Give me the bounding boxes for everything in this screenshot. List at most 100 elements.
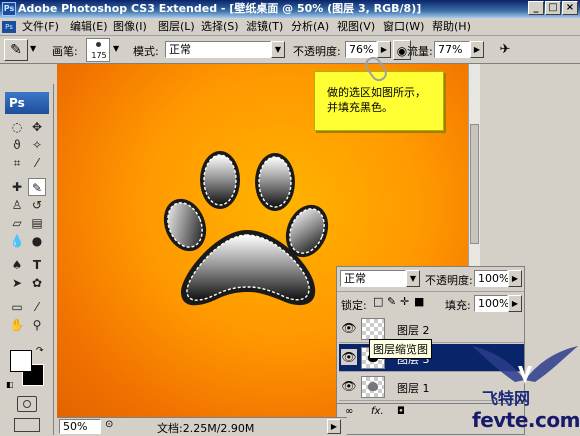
thumbnail-tooltip: 图层缩览图 bbox=[369, 339, 432, 359]
close-button[interactable]: × bbox=[562, 1, 578, 15]
layer-opacity-label: 不透明度: bbox=[425, 274, 473, 287]
chevron-down-icon[interactable]: ▼ bbox=[113, 44, 119, 53]
eraser-tool-icon[interactable]: ▱ bbox=[8, 214, 26, 232]
mode-select[interactable]: 正常 bbox=[165, 41, 271, 58]
lock-all-icon[interactable]: ■ bbox=[414, 295, 424, 308]
paw-pad-inner-right bbox=[255, 153, 295, 211]
history-brush-tool-icon[interactable]: ↺ bbox=[28, 196, 46, 214]
gradient-tool-icon[interactable]: ▤ bbox=[28, 214, 46, 232]
crop-tool-icon[interactable]: ⌗ bbox=[8, 154, 26, 172]
airbrush-icon: ✈ bbox=[499, 42, 511, 57]
path-selection-tool-icon[interactable]: ➤ bbox=[8, 274, 26, 292]
foreground-color-swatch[interactable] bbox=[10, 350, 32, 372]
hand-tool-icon[interactable]: ✋ bbox=[8, 316, 26, 334]
swap-colors-icon[interactable]: ↷ bbox=[36, 346, 44, 356]
blend-mode-dropdown-button[interactable]: ▼ bbox=[406, 270, 420, 287]
menu-window[interactable]: 窗口(W) bbox=[383, 18, 424, 36]
status-menu-button[interactable]: ▶ bbox=[327, 419, 341, 434]
minimize-button[interactable]: _ bbox=[528, 1, 544, 15]
note-line-1: 做的选区如图所示， bbox=[327, 86, 426, 99]
menu-layer[interactable]: 图层(L) bbox=[158, 18, 195, 36]
lock-label: 锁定: bbox=[341, 299, 367, 312]
options-bar: ✎ ▼ 画笔: 175 ▼ 模式: 正常 ▼ 不透明度: 76% ▶ ◉ 流量:… bbox=[0, 36, 580, 64]
fill-input[interactable]: 100% bbox=[474, 295, 509, 312]
lasso-tool-icon[interactable]: ϑ bbox=[8, 136, 26, 154]
note-line-2: 并填充黑色。 bbox=[327, 101, 393, 114]
zoom-level-input[interactable]: 50% bbox=[59, 419, 101, 434]
pen-tool-icon[interactable]: ♠ bbox=[8, 256, 26, 274]
opacity-input[interactable]: 76% bbox=[345, 41, 377, 58]
eye-icon[interactable]: 👁 bbox=[341, 349, 357, 365]
pen-pressure-icon: ◉ bbox=[396, 44, 408, 58]
marquee-tool-icon[interactable]: ◌ bbox=[8, 118, 26, 136]
fill-slider-button[interactable]: ▶ bbox=[508, 295, 522, 312]
paw-thumb-icon bbox=[368, 382, 378, 391]
eyedropper-tool-icon[interactable]: ⁄ bbox=[28, 154, 46, 172]
mode-dropdown-button[interactable]: ▼ bbox=[271, 41, 285, 58]
scrollbar-thumb[interactable] bbox=[470, 124, 479, 244]
menu-select[interactable]: 选择(S) bbox=[201, 18, 239, 36]
eye-icon[interactable]: 👁 bbox=[341, 378, 357, 394]
layer-style-icon[interactable]: fx. bbox=[371, 406, 384, 417]
fill-label: 填充: bbox=[445, 299, 471, 312]
paw-pad-inner-left bbox=[200, 151, 240, 209]
layer-mask-icon[interactable]: ◘ bbox=[397, 406, 405, 417]
flow-input[interactable]: 77% bbox=[434, 41, 470, 58]
clone-stamp-tool-icon[interactable]: ♙ bbox=[8, 196, 26, 214]
brush-tool-icon[interactable]: ✎ bbox=[28, 178, 46, 196]
dodge-tool-icon[interactable]: ● bbox=[28, 232, 46, 250]
layer-opacity-input[interactable]: 100% bbox=[474, 270, 509, 287]
menu-filter[interactable]: 滤镜(T) bbox=[246, 18, 283, 36]
link-layers-icon[interactable]: ∞ bbox=[345, 406, 353, 417]
layer-name: 图层 1 bbox=[397, 382, 430, 395]
wings-logo bbox=[472, 346, 578, 384]
menu-bar: Ps 文件(F) 编辑(E) 图像(I) 图层(L) 选择(S) 滤镜(T) 分… bbox=[0, 18, 580, 36]
brush-size: 175 bbox=[91, 51, 107, 60]
lock-transparent-icon[interactable]: □ bbox=[373, 295, 383, 308]
layer-opacity-slider-button[interactable]: ▶ bbox=[508, 270, 522, 287]
menu-image[interactable]: 图像(I) bbox=[113, 18, 147, 36]
eyedropper2-tool-icon[interactable]: ⁄ bbox=[28, 298, 46, 316]
document-size: 文档:2.25M/2.90M bbox=[157, 422, 255, 435]
toolbox: Ps ◌ ✥ ϑ ✧ ⌗ ⁄ ✚ ✎ ♙ ↺ ▱ ▤ 💧 ● ♠ T ➤ ✿ ▭… bbox=[0, 84, 54, 435]
type-tool-icon[interactable]: T bbox=[28, 256, 46, 274]
panel-divider bbox=[337, 291, 524, 292]
app-icon: Ps bbox=[2, 2, 16, 16]
maximize-button[interactable]: □ bbox=[545, 1, 561, 15]
healing-brush-tool-icon[interactable]: ✚ bbox=[8, 178, 26, 196]
eye-icon[interactable]: 👁 bbox=[341, 320, 357, 336]
brush-picker[interactable]: 175 bbox=[86, 38, 110, 62]
opacity-slider-button[interactable]: ▶ bbox=[377, 41, 391, 58]
notes-tool-icon[interactable]: ▭ bbox=[8, 298, 26, 316]
lock-position-icon[interactable]: ✛ bbox=[400, 295, 409, 308]
tool-preset-picker[interactable]: ✎ bbox=[4, 39, 28, 61]
screen-mode-button[interactable] bbox=[14, 418, 40, 432]
quick-mask-button[interactable] bbox=[17, 396, 37, 412]
menu-file[interactable]: 文件(F) bbox=[22, 18, 59, 36]
chevron-down-icon[interactable]: ▼ bbox=[30, 44, 36, 53]
default-colors-icon[interactable]: ◧ bbox=[6, 380, 14, 389]
layer-thumbnail[interactable] bbox=[361, 376, 385, 398]
doc-icon: Ps bbox=[2, 21, 16, 33]
move-tool-icon[interactable]: ✥ bbox=[28, 118, 46, 136]
menu-view[interactable]: 视图(V) bbox=[337, 18, 375, 36]
menu-help[interactable]: 帮助(H) bbox=[432, 18, 471, 36]
watermark-domain: fevte.com bbox=[472, 408, 580, 432]
flow-slider-button[interactable]: ▶ bbox=[470, 41, 484, 58]
blend-mode-select[interactable]: 正常 bbox=[340, 270, 406, 287]
menu-edit[interactable]: 编辑(E) bbox=[70, 18, 108, 36]
title-bar: Adobe Photoshop CS3 Extended - [壁纸桌面 @ 5… bbox=[0, 0, 580, 18]
opacity-label: 不透明度: bbox=[293, 45, 341, 58]
watermark-title: 飞特网 bbox=[482, 389, 531, 408]
blur-tool-icon[interactable]: 💧 bbox=[8, 232, 26, 250]
quick-select-tool-icon[interactable]: ✧ bbox=[28, 136, 46, 154]
menu-analysis[interactable]: 分析(A) bbox=[291, 18, 329, 36]
shape-tool-icon[interactable]: ✿ bbox=[28, 274, 46, 292]
brush-label: 画笔: bbox=[52, 45, 78, 58]
airbrush-toggle[interactable]: ✈ bbox=[494, 40, 516, 60]
zoom-tool-icon[interactable]: ⚲ bbox=[28, 316, 46, 334]
layer-thumbnail[interactable] bbox=[361, 318, 385, 340]
lock-pixels-icon[interactable]: ✎ bbox=[387, 295, 396, 308]
ps-logo: Ps bbox=[5, 92, 49, 114]
quick-mask-icon bbox=[23, 400, 31, 408]
